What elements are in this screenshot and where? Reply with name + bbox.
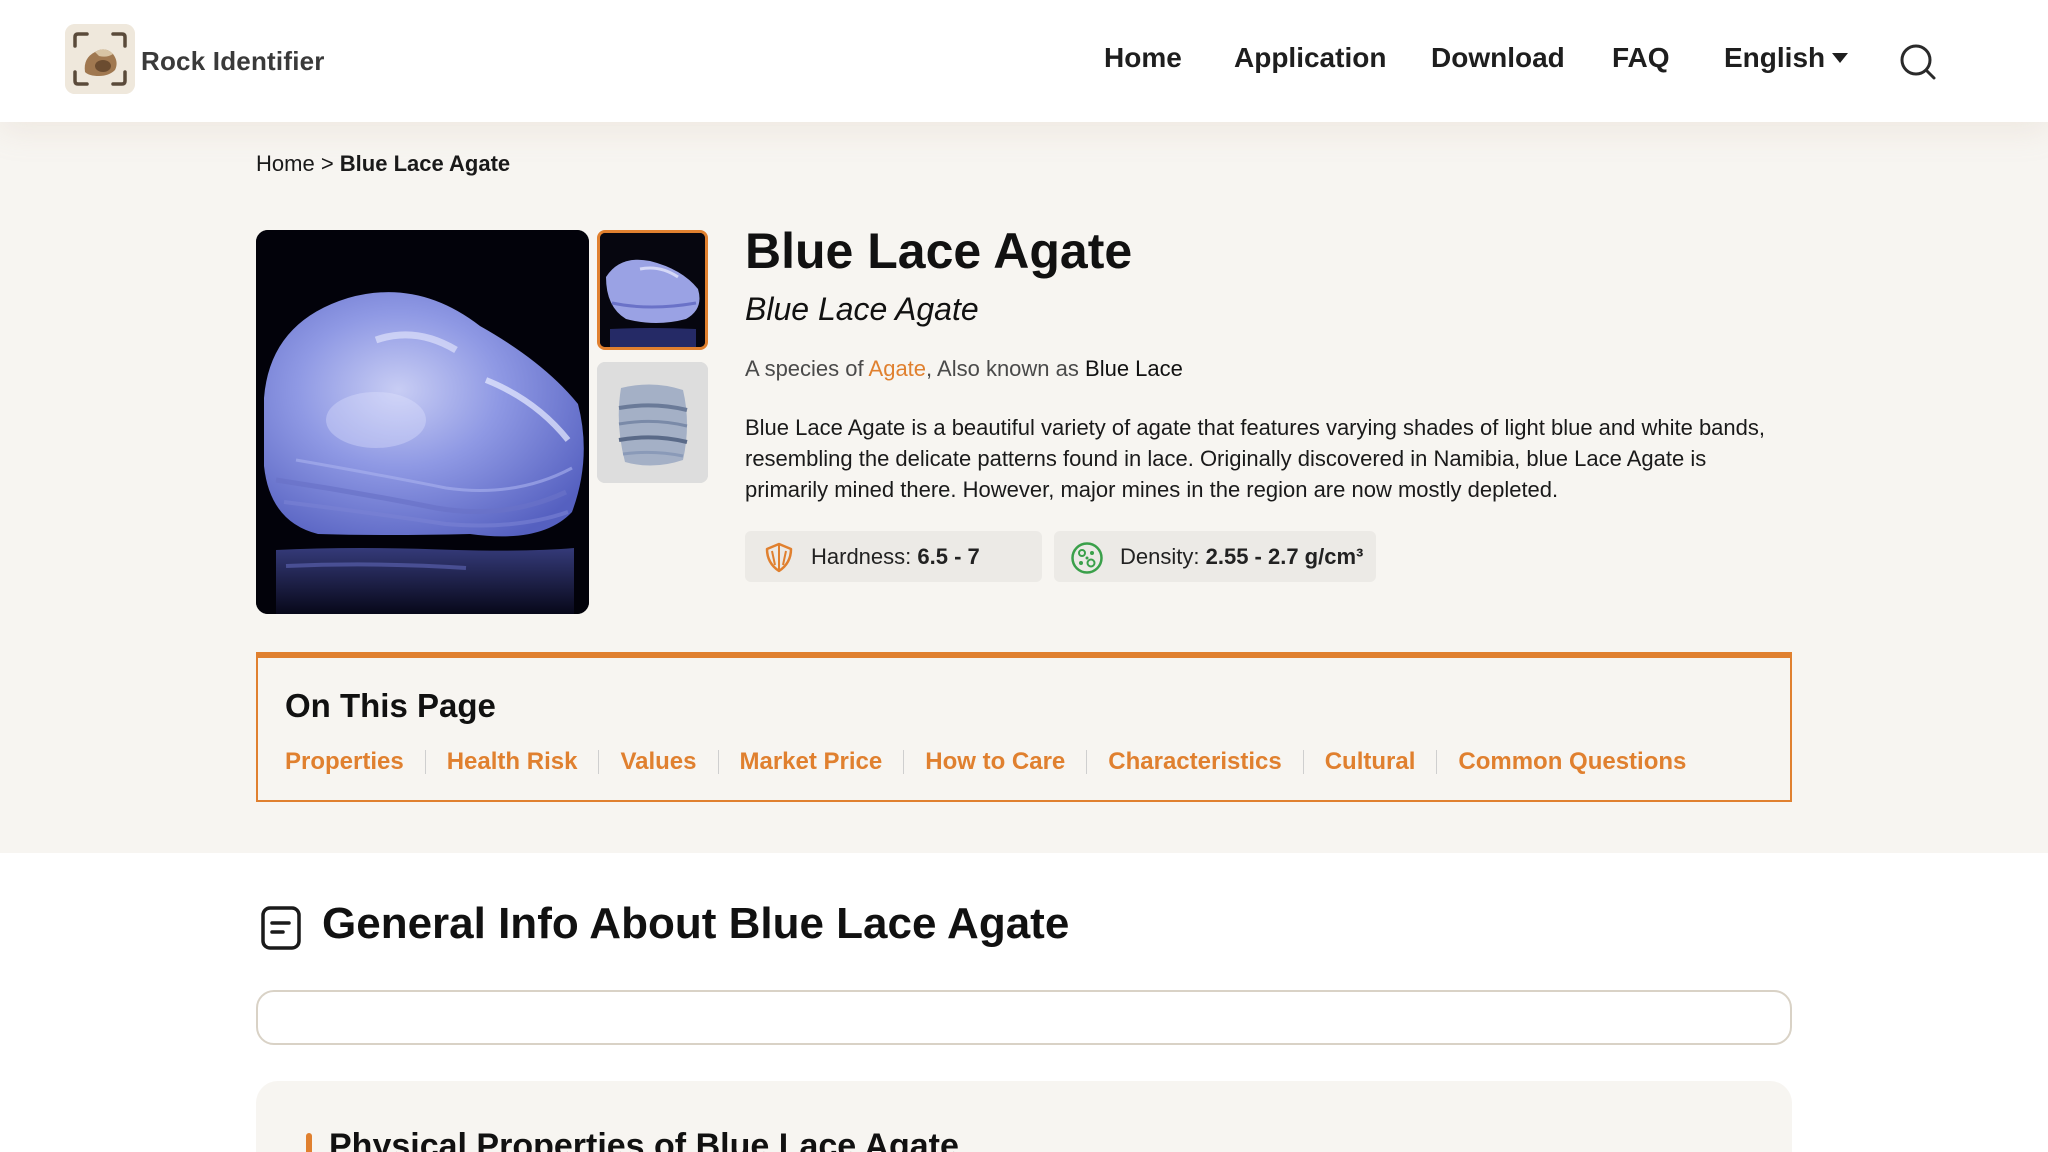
toc-link-market-price[interactable]: Market Price	[740, 748, 883, 776]
hardness-label: Hardness:	[811, 544, 912, 569]
thumbnail-1[interactable]	[597, 230, 708, 350]
species-prefix: A species of	[745, 356, 869, 381]
hardness-chip: Hardness: 6.5 - 7	[745, 531, 1042, 582]
breadcrumb: Home > Blue Lace Agate	[256, 151, 510, 177]
toc-link-characteristics[interactable]: Characteristics	[1108, 748, 1281, 776]
toc-link-health-risk[interactable]: Health Risk	[447, 748, 578, 776]
nav-faq[interactable]: FAQ	[1612, 42, 1670, 74]
physical-properties-title: Physical Properties of Blue Lace Agate	[329, 1127, 959, 1152]
on-this-page-links: Properties Health Risk Values Market Pri…	[285, 748, 1686, 776]
site-header: Rock Identifier Home Application Downloa…	[0, 0, 2048, 122]
document-icon	[258, 904, 304, 952]
toc-separator	[424, 750, 426, 774]
nav-application[interactable]: Application	[1234, 42, 1386, 74]
breadcrumb-home[interactable]: Home	[256, 151, 315, 176]
aka-name: Blue Lace	[1085, 356, 1183, 381]
brand-name[interactable]: Rock Identifier	[141, 46, 325, 77]
toc-link-values[interactable]: Values	[620, 748, 696, 776]
rock-identifier-logo-icon[interactable]	[65, 24, 135, 94]
toc-separator	[717, 750, 719, 774]
search-icon[interactable]	[1898, 42, 1938, 82]
language-selector[interactable]: English	[1724, 42, 1849, 74]
thumbnail-2[interactable]	[597, 362, 708, 483]
density-dots-icon	[1071, 542, 1103, 574]
toc-separator	[1086, 750, 1088, 774]
info-search-bar[interactable]	[256, 990, 1792, 1045]
density-chip: Density: 2.55 - 2.7 g/cm³	[1054, 531, 1376, 582]
toc-link-cultural[interactable]: Cultural	[1325, 748, 1416, 776]
breadcrumb-separator: >	[320, 151, 334, 176]
toc-separator	[598, 750, 600, 774]
toc-separator	[903, 750, 905, 774]
caret-down-icon	[1832, 52, 1849, 63]
toc-link-properties[interactable]: Properties	[285, 748, 404, 776]
accent-bar	[306, 1133, 312, 1152]
aka-prefix: , Also known as	[926, 356, 1086, 381]
on-this-page-title: On This Page	[285, 687, 496, 724]
hardness-value: 6.5 - 7	[917, 544, 980, 569]
nav-download[interactable]: Download	[1431, 42, 1565, 74]
page-title: Blue Lace Agate	[745, 223, 1133, 279]
density-label: Density:	[1120, 544, 1200, 569]
general-info-title: General Info About Blue Lace Agate	[322, 899, 1070, 948]
species-line: A species of Agate, Also known as Blue L…	[745, 356, 1183, 382]
toc-separator	[1436, 750, 1438, 774]
species-link[interactable]: Agate	[869, 356, 927, 381]
physical-properties-card: Physical Properties of Blue Lace Agate	[256, 1081, 1792, 1152]
breadcrumb-current: Blue Lace Agate	[339, 151, 511, 176]
density-value: 2.55 - 2.7 g/cm³	[1205, 544, 1364, 569]
toc-link-how-to-care[interactable]: How to Care	[925, 748, 1065, 776]
toc-separator	[1302, 750, 1304, 774]
nav-home[interactable]: Home	[1104, 42, 1182, 74]
on-this-page-box: On This Page Properties Health Risk Valu…	[256, 652, 1792, 802]
description: Blue Lace Agate is a beautiful variety o…	[745, 415, 1766, 502]
main-rock-image[interactable]	[256, 230, 589, 614]
language-label: English	[1724, 42, 1826, 73]
toc-link-common-questions[interactable]: Common Questions	[1458, 748, 1686, 776]
scientific-name: Blue Lace Agate	[745, 291, 979, 327]
hardness-shield-icon	[765, 542, 793, 573]
